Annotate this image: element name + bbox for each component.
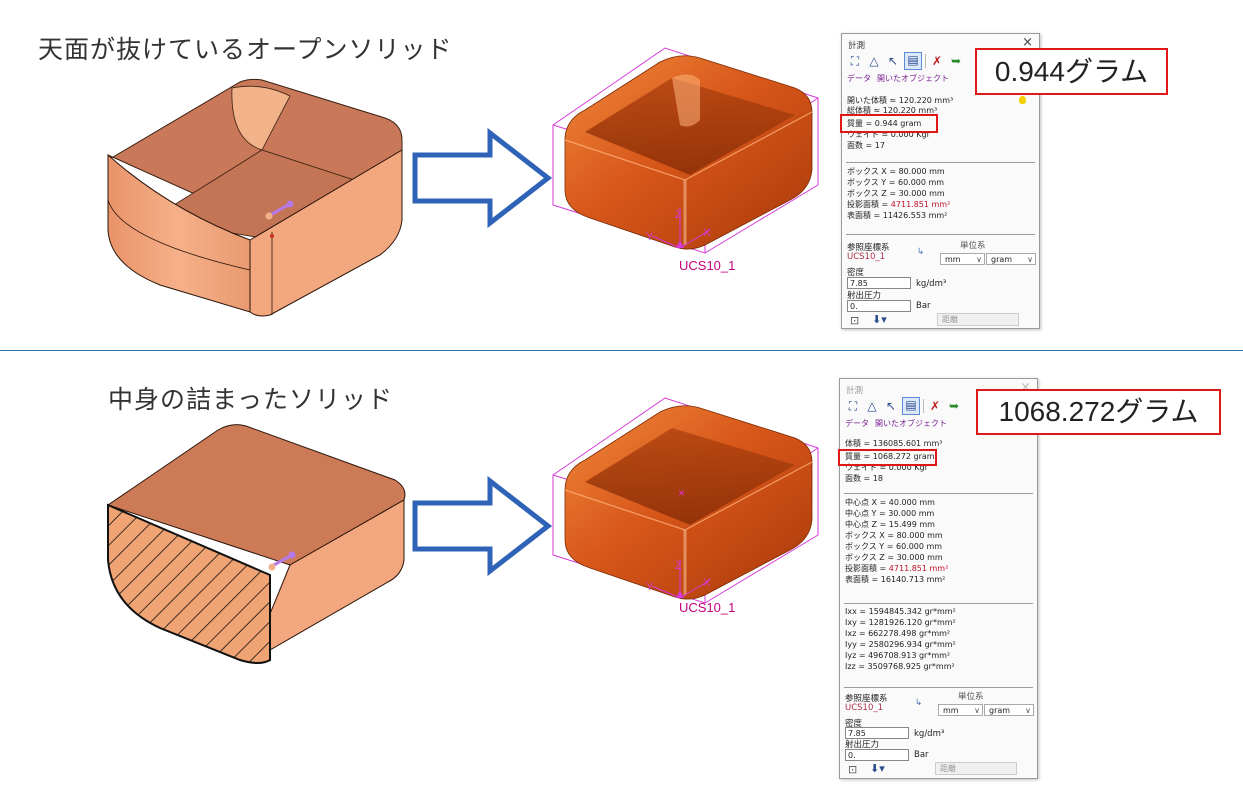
volume-line: 体積 = 136085.601 mm³ (845, 439, 943, 448)
filled-solid-render: × Z Y X (552, 397, 819, 604)
open-solid-render: Z Y X (552, 47, 819, 254)
distance-select[interactable]: 距離 (937, 313, 1019, 326)
panel-divider (844, 603, 1033, 604)
curve-tool-icon[interactable]: ↖ (885, 53, 901, 69)
export-icon[interactable]: ➥ (946, 398, 962, 414)
pick-clear-icon[interactable]: ✗ (929, 53, 945, 69)
surface-area-line: 表面積 = 11426.553 mm² (847, 211, 948, 220)
panel-tabs: データ 開いたオブジェクト (845, 418, 947, 429)
panel-divider (846, 234, 1035, 235)
ixz-line: Ixz = 662278.498 gr*mm² (845, 629, 951, 638)
svg-text:Z: Z (675, 560, 682, 572)
pick-cs-icon[interactable]: ↳ (917, 247, 924, 257)
ucs-label-top: UCS10_1 (679, 258, 736, 273)
panel-title: 計測 (846, 386, 864, 396)
image-icon[interactable]: ⊡ (850, 314, 859, 327)
toolbar-separator (925, 54, 926, 68)
center-y-line: 中心点 Y = 30.000 mm (845, 509, 935, 518)
box-z-line: ボックス Z = 30.000 mm (845, 553, 943, 562)
face-count-line: 面数 = 17 (847, 141, 885, 150)
svg-text:Y: Y (646, 231, 654, 243)
panel-title: 計測 (848, 41, 866, 51)
izz-line: Izz = 3509768.925 gr*mm² (845, 662, 955, 671)
panel-divider (846, 162, 1035, 163)
box-y-line: ボックス Y = 60.000 mm (845, 542, 943, 551)
panel-divider (844, 493, 1033, 494)
arrow-bottom (412, 475, 553, 577)
center-x-line: 中心点 X = 40.000 mm (845, 498, 935, 507)
tab-open-object[interactable]: 開いたオブジェクト (877, 74, 949, 83)
surface-area-line: 表面積 = 16140.713 mm² (845, 575, 946, 584)
projected-area-line: 投影面積 = 4711.851 mm² (847, 200, 951, 209)
unit-mass-select[interactable]: gram ∨ (986, 253, 1036, 265)
image-icon[interactable]: ⊡ (848, 763, 857, 776)
mass-highlight-top (840, 114, 938, 133)
iyy-line: Iyy = 2580296.934 gr*mm² (845, 640, 956, 649)
distance-select[interactable]: 距離 (935, 762, 1017, 775)
pressure-field[interactable]: 0. (845, 749, 909, 761)
panel-toolbar: ⛶ △ ↖ ▤ ✗ ➥ (847, 52, 964, 70)
bbox-tool-icon[interactable]: ⛶ (845, 398, 861, 414)
pick-cs-icon[interactable]: ↳ (915, 698, 922, 708)
tab-data[interactable]: データ (845, 419, 869, 428)
svg-text:Z: Z (675, 209, 682, 221)
svg-text:Y: Y (646, 581, 654, 593)
box-x-line: ボックス X = 80.000 mm (847, 167, 945, 176)
pressure-unit: Bar (914, 750, 929, 760)
toolbar-separator (923, 399, 924, 413)
face-count-line: 面数 = 18 (845, 474, 883, 483)
iyz-line: Iyz = 496708.913 gr*mm² (845, 651, 951, 660)
projected-area-line: 投影面積 = 4711.851 mm² (845, 564, 949, 573)
mass-highlight-bottom (838, 449, 937, 466)
svg-text:×: × (678, 486, 685, 500)
unit-mass-select[interactable]: gram ∨ (984, 704, 1034, 716)
center-z-line: 中心点 Z = 15.499 mm (845, 520, 935, 529)
ixy-line: Ixy = 1281926.120 gr*mm² (845, 618, 956, 627)
table-tool-icon[interactable]: ▤ (902, 397, 920, 415)
box-z-line: ボックス Z = 30.000 mm (847, 189, 945, 198)
unit-label: 単位系 (960, 241, 986, 251)
ref-cs-value[interactable]: UCS10_1 (847, 252, 885, 262)
pick-clear-icon[interactable]: ✗ (927, 398, 943, 414)
tab-data[interactable]: データ (847, 74, 871, 83)
table-tool-icon[interactable]: ▤ (904, 52, 922, 70)
bbox-tool-icon[interactable]: ⛶ (847, 53, 863, 69)
export-icon[interactable]: ➥ (948, 53, 964, 69)
filled-solid-model (106, 424, 406, 664)
panel-tabs: データ 開いたオブジェクト (847, 73, 949, 84)
save-icon[interactable]: ⬇▾ (872, 313, 887, 326)
save-icon[interactable]: ⬇▾ (870, 762, 885, 775)
tab-open-object[interactable]: 開いたオブジェクト (875, 419, 947, 428)
mass-callout-bottom: 1068.272グラム (976, 389, 1221, 435)
curve-tool-icon[interactable]: ↖ (883, 398, 899, 414)
pressure-field[interactable]: 0. (847, 300, 911, 312)
density-unit: kg/dm³ (916, 279, 947, 289)
open-volume-line: 開いた体積 ≈ 120.220 mm³ (847, 96, 954, 105)
density-field[interactable]: 7.85 (847, 277, 911, 289)
ixx-line: Ixx = 1594845.342 gr*mm² (845, 607, 956, 616)
triangle-tool-icon[interactable]: △ (864, 398, 880, 414)
measure-panel-bottom: 計測 × ⛶ △ ↖ ▤ ✗ ➥ データ 開いたオブジェクト 体積 = 13608… (839, 378, 1038, 779)
ucs-label-bottom: UCS10_1 (679, 600, 736, 615)
unit-length-select[interactable]: mm ∨ (938, 704, 983, 716)
triangle-tool-icon[interactable]: △ (866, 53, 882, 69)
mass-callout-top: 0.944グラム (975, 48, 1168, 95)
ref-cs-value[interactable]: UCS10_1 (845, 703, 883, 713)
svg-text:X: X (703, 577, 711, 589)
panel-divider (844, 687, 1033, 688)
box-y-line: ボックス Y = 60.000 mm (847, 178, 945, 187)
box-x-line: ボックス X = 80.000 mm (845, 531, 943, 540)
unit-label: 単位系 (958, 692, 984, 702)
open-solid-model (107, 78, 403, 317)
panel-toolbar: ⛶ △ ↖ ▤ ✗ ➥ (845, 397, 962, 415)
unit-length-select[interactable]: mm ∨ (940, 253, 985, 265)
pressure-unit: Bar (916, 301, 931, 311)
density-unit: kg/dm³ (914, 729, 945, 739)
bulb-icon[interactable] (1019, 96, 1026, 104)
arrow-top (412, 127, 553, 229)
svg-text:X: X (703, 227, 711, 239)
